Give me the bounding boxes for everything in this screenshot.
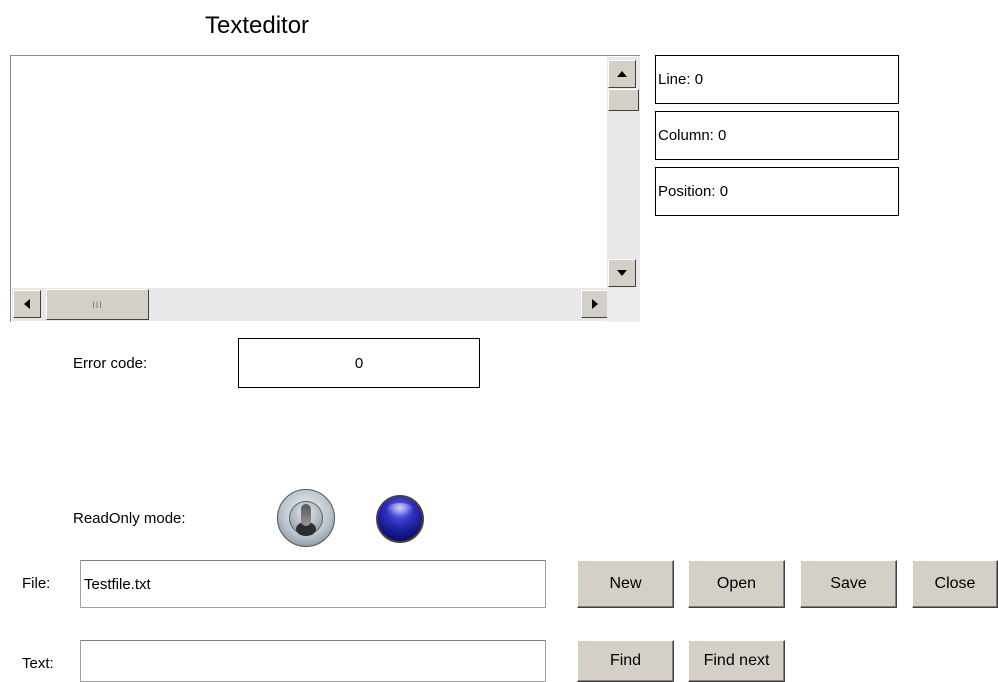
scroll-down-button[interactable] [608, 259, 636, 287]
text-editor-area[interactable] [12, 57, 606, 286]
column-indicator: Column: 0 [655, 111, 899, 160]
readonly-switch[interactable] [277, 489, 335, 547]
led-icon [386, 503, 414, 517]
close-button[interactable]: Close [912, 560, 998, 608]
save-button[interactable]: Save [800, 560, 897, 608]
arrow-left-icon [24, 299, 30, 309]
scroll-left-button[interactable] [13, 290, 41, 318]
readonly-led-indicator [376, 495, 424, 543]
new-button[interactable]: New [577, 560, 674, 608]
file-input[interactable] [80, 560, 546, 608]
scroll-up-button[interactable] [608, 60, 636, 88]
position-indicator: Position: 0 [655, 167, 899, 216]
arrow-up-icon [617, 71, 627, 77]
arrow-down-icon [617, 270, 627, 276]
readonly-mode-label: ReadOnly mode: [73, 510, 186, 527]
scroll-grip: III [92, 299, 103, 310]
search-text-input[interactable] [80, 640, 546, 682]
text-label: Text: [22, 655, 54, 672]
vertical-scroll-thumb[interactable] [608, 89, 639, 111]
open-button[interactable]: Open [688, 560, 785, 608]
error-code-value: 0 [238, 338, 480, 388]
scrollbar-corner [607, 288, 640, 322]
arrow-right-icon [592, 299, 598, 309]
line-indicator: Line: 0 [655, 55, 899, 104]
file-label: File: [22, 575, 51, 592]
find-button[interactable]: Find [577, 640, 674, 682]
error-code-label: Error code: [73, 355, 148, 372]
scroll-right-button[interactable] [581, 290, 609, 318]
page-title: Texteditor [205, 12, 310, 39]
find-next-button[interactable]: Find next [688, 640, 785, 682]
switch-lever [301, 504, 311, 526]
horizontal-scroll-thumb[interactable]: III [46, 289, 149, 320]
